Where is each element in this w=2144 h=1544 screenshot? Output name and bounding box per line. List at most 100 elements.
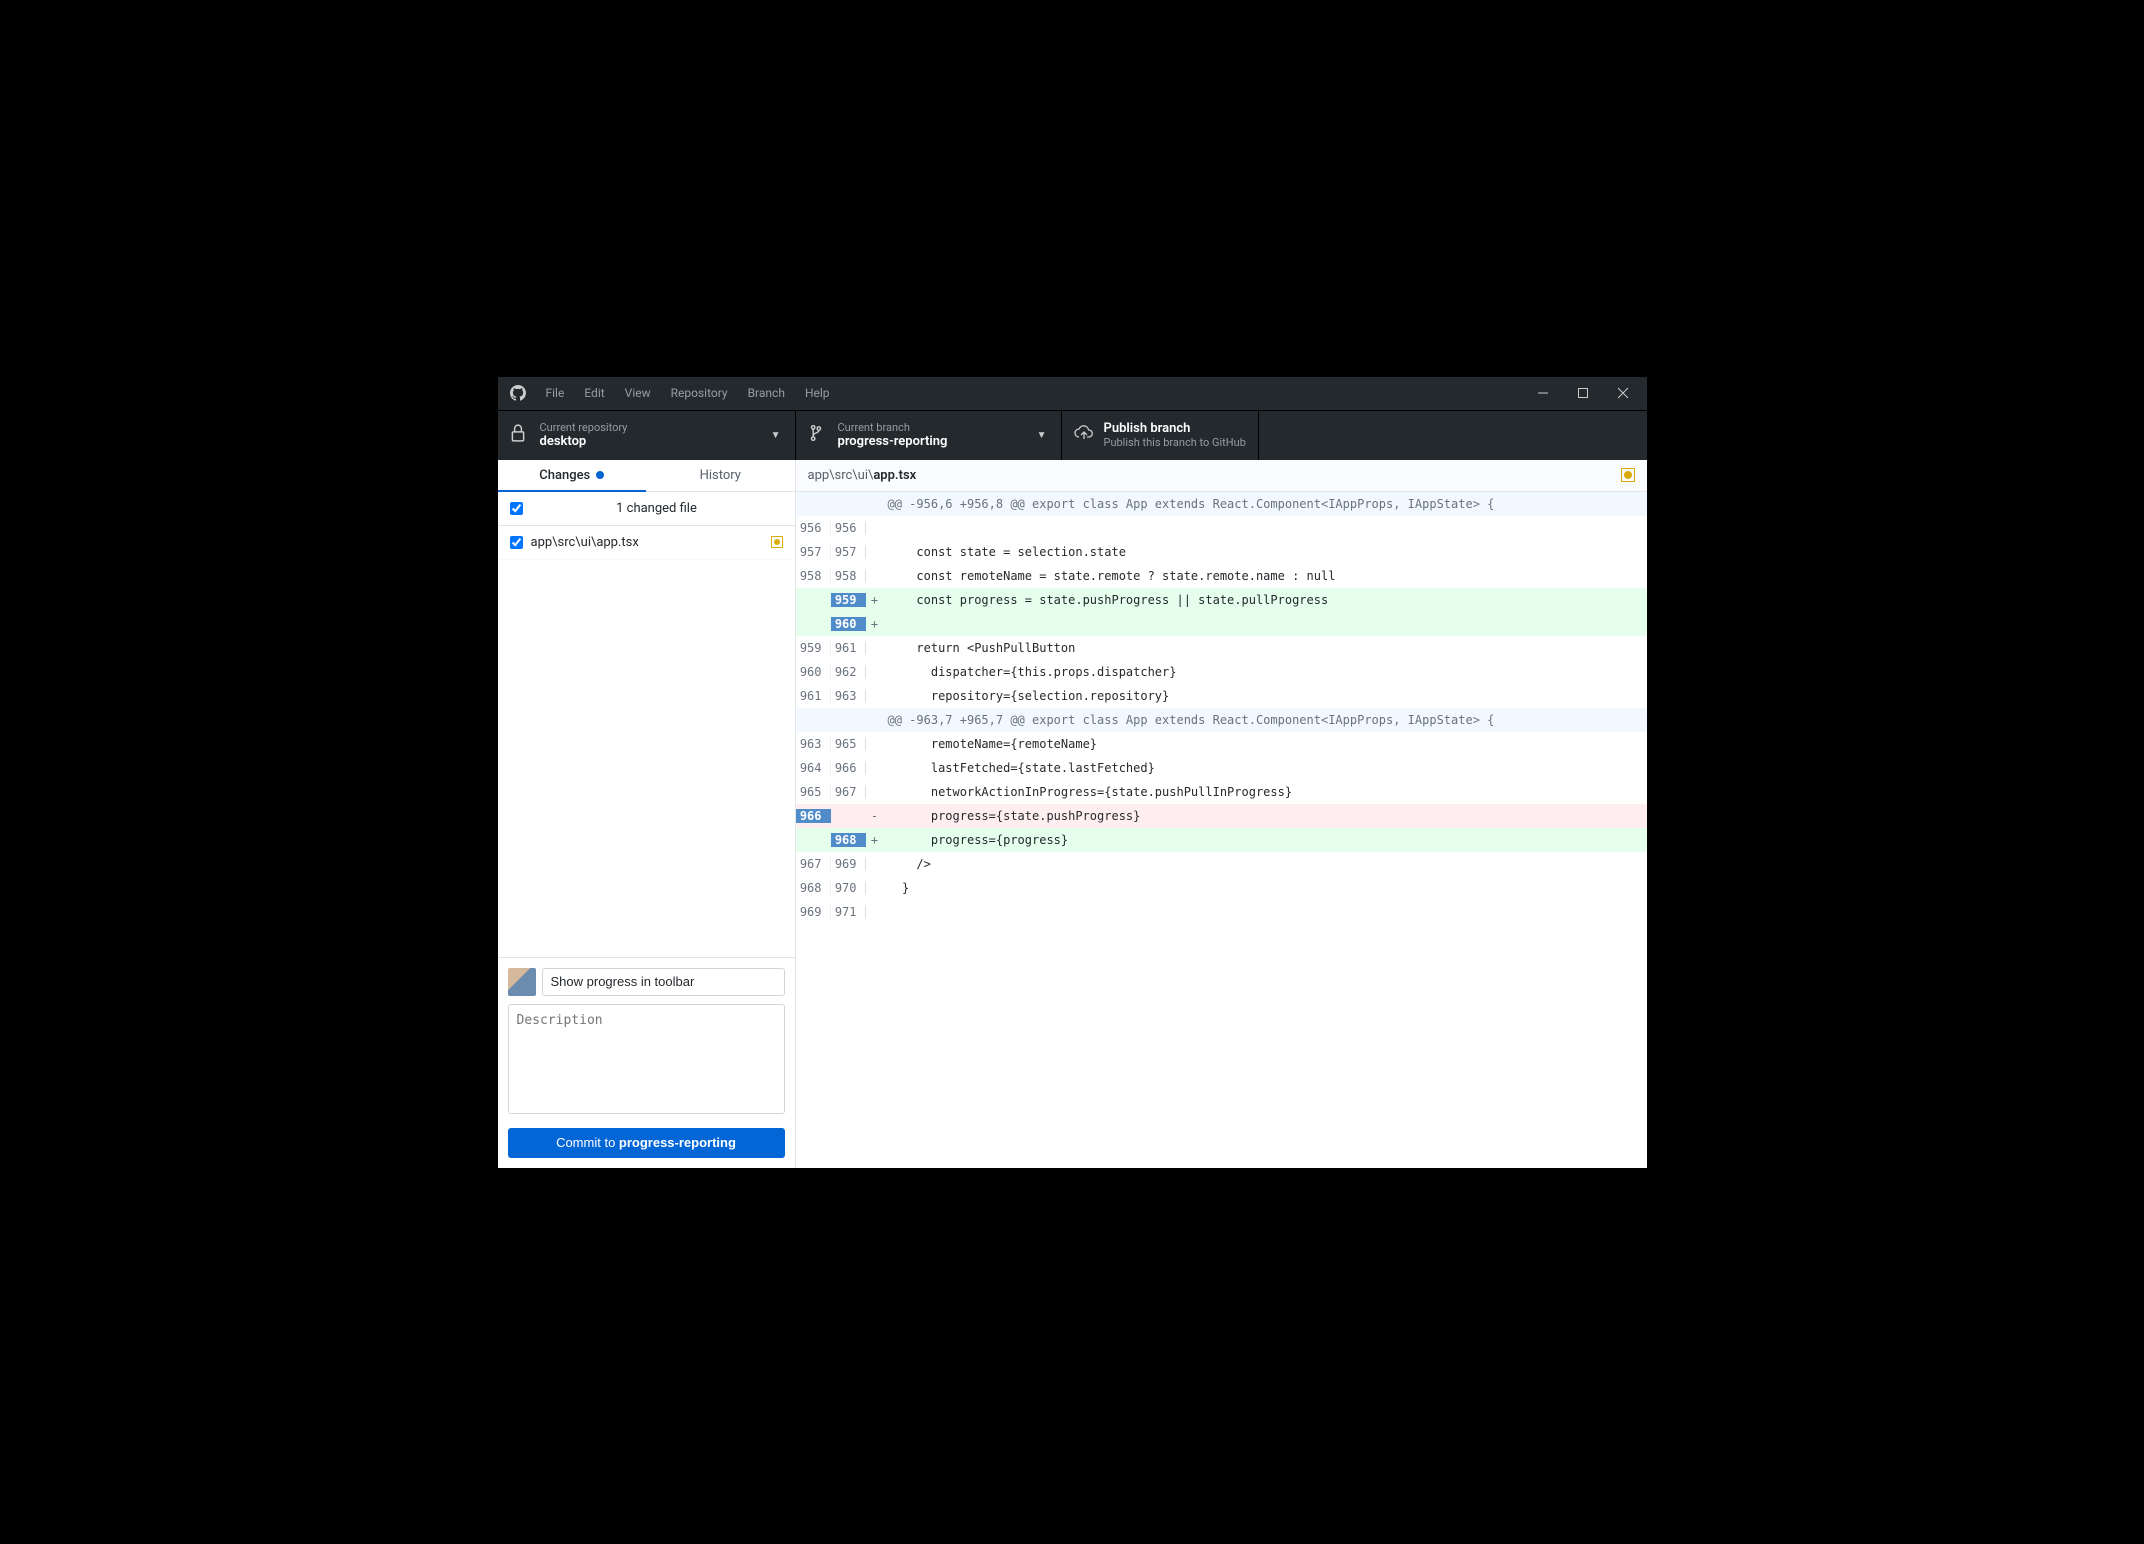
tab-changes[interactable]: Changes [498, 460, 647, 491]
diff-code: repository={selection.repository} [884, 689, 1647, 703]
gutter-new: 960 [831, 617, 866, 631]
tab-changes-label: Changes [539, 468, 590, 483]
gutter-old: 963 [796, 737, 831, 751]
caret-down-icon: ▼ [1037, 430, 1047, 441]
diff-line-ctx[interactable]: 969971 [796, 900, 1647, 924]
diff-line-ctx[interactable]: 964966 lastFetched={state.lastFetched} [796, 756, 1647, 780]
maximize-icon[interactable] [1577, 387, 1589, 399]
diff-line-add[interactable]: 968+ progress={progress} [796, 828, 1647, 852]
gutter-old: 961 [796, 689, 831, 703]
diff-line-ctx[interactable]: 968970 } [796, 876, 1647, 900]
diff-code: lastFetched={state.lastFetched} [884, 761, 1647, 775]
gutter-old: 967 [796, 857, 831, 871]
diff-marker: - [866, 809, 884, 823]
diff-code: networkActionInProgress={state.pushPullI… [884, 785, 1647, 799]
menu-file[interactable]: File [536, 386, 575, 400]
menu-branch[interactable]: Branch [738, 386, 795, 400]
gutter-new: 961 [831, 641, 866, 655]
publish-branch-button[interactable]: Publish branch Publish this branch to Gi… [1062, 411, 1259, 460]
diff-code: progress={state.pushProgress} [884, 809, 1647, 823]
commit-button-branch: progress-reporting [619, 1135, 736, 1150]
gutter-new: 969 [831, 857, 866, 871]
commit-button[interactable]: Commit to progress-reporting [508, 1128, 785, 1158]
gutter-new: 967 [831, 785, 866, 799]
diff-line-ctx[interactable]: 961963 repository={selection.repository} [796, 684, 1647, 708]
tab-history[interactable]: History [646, 460, 795, 491]
diff-code: /> [884, 857, 1647, 871]
gutter-new: 971 [831, 905, 866, 919]
avatar [508, 968, 536, 996]
diff-line-ctx[interactable]: 959961 return <PushPullButton [796, 636, 1647, 660]
select-all-checkbox[interactable] [510, 502, 523, 515]
diff-line-ctx[interactable]: 965967 networkActionInProgress={state.pu… [796, 780, 1647, 804]
caret-down-icon: ▼ [771, 430, 781, 441]
app-window: File Edit View Repository Branch Help Cu… [498, 377, 1647, 1168]
gutter-old: 965 [796, 785, 831, 799]
diff-code: return <PushPullButton [884, 641, 1647, 655]
gutter-new: 962 [831, 665, 866, 679]
diff-code: } [884, 881, 1647, 895]
diff-marker: + [866, 593, 884, 607]
app-body: Changes History 1 changed file app\src\u… [498, 460, 1647, 1168]
titlebar: File Edit View Repository Branch Help [498, 377, 1647, 410]
commit-summary-input[interactable] [542, 968, 785, 996]
branch-selector[interactable]: Current branch progress-reporting ▼ [796, 411, 1062, 460]
gutter-old: 960 [796, 665, 831, 679]
diff-line-ctx[interactable]: 963965 remoteName={remoteName} [796, 732, 1647, 756]
menu-edit[interactable]: Edit [574, 386, 614, 400]
gutter-old: 968 [796, 881, 831, 895]
repo-selector[interactable]: Current repository desktop ▼ [498, 411, 796, 460]
file-row[interactable]: app\src\ui\app.tsx [498, 526, 795, 560]
close-icon[interactable] [1617, 387, 1629, 399]
diff-code: const state = selection.state [884, 545, 1647, 559]
diff-line-ctx[interactable]: 957957 const state = selection.state [796, 540, 1647, 564]
diff-file-path: app\src\ui\app.tsx [808, 468, 917, 483]
diff-line-add[interactable]: 959+ const progress = state.pushProgress… [796, 588, 1647, 612]
diff-marker: + [866, 617, 884, 631]
changes-count: 1 changed file [531, 501, 783, 516]
minimize-icon[interactable] [1537, 387, 1549, 399]
diff-lines[interactable]: @@ -956,6 +956,8 @@ export class App ext… [796, 492, 1647, 1168]
diff-line-hunk[interactable]: @@ -956,6 +956,8 @@ export class App ext… [796, 492, 1647, 516]
file-path: app\src\ui\app.tsx [531, 535, 771, 550]
modified-badge-icon [1621, 468, 1635, 482]
changes-indicator-dot [596, 471, 604, 479]
gutter-old: 958 [796, 569, 831, 583]
diff-line-ctx[interactable]: 956956 [796, 516, 1647, 540]
gutter-new: 957 [831, 545, 866, 559]
commit-box: Commit to progress-reporting [498, 957, 795, 1168]
diff-line-add[interactable]: 960+ [796, 612, 1647, 636]
gutter-old: 969 [796, 905, 831, 919]
gutter-new: 959 [831, 593, 866, 607]
diff-line-hunk[interactable]: @@ -963,7 +965,7 @@ export class App ext… [796, 708, 1647, 732]
toolbar: Current repository desktop ▼ Current bra… [498, 410, 1647, 460]
diff-line-ctx[interactable]: 958958 const remoteName = state.remote ?… [796, 564, 1647, 588]
gutter-new: 956 [831, 521, 866, 535]
branch-label: Current branch [838, 421, 948, 434]
gutter-new: 958 [831, 569, 866, 583]
file-list: app\src\ui\app.tsx [498, 526, 795, 957]
diff-code: const remoteName = state.remote ? state.… [884, 569, 1647, 583]
diff-code: dispatcher={this.props.dispatcher} [884, 665, 1647, 679]
menu-help[interactable]: Help [795, 386, 840, 400]
branch-name: progress-reporting [838, 434, 948, 449]
menu-view[interactable]: View [615, 386, 661, 400]
gutter-new: 970 [831, 881, 866, 895]
gutter-old: 964 [796, 761, 831, 775]
diff-line-del[interactable]: 966- progress={state.pushProgress} [796, 804, 1647, 828]
cloud-upload-icon [1074, 424, 1092, 446]
menu-repository[interactable]: Repository [661, 386, 738, 400]
diff-code: @@ -963,7 +965,7 @@ export class App ext… [884, 713, 1647, 727]
diff-line-ctx[interactable]: 960962 dispatcher={this.props.dispatcher… [796, 660, 1647, 684]
git-branch-icon [808, 424, 826, 446]
gutter-new: 965 [831, 737, 866, 751]
gutter-old: 957 [796, 545, 831, 559]
sidebar-tabs: Changes History [498, 460, 795, 492]
file-checkbox[interactable] [510, 536, 523, 549]
diff-code: @@ -956,6 +956,8 @@ export class App ext… [884, 497, 1647, 511]
commit-button-prefix: Commit to [556, 1135, 619, 1150]
commit-description-input[interactable] [508, 1004, 785, 1114]
diff-code: const progress = state.pushProgress || s… [884, 593, 1647, 607]
window-controls [1537, 387, 1629, 399]
diff-line-ctx[interactable]: 967969 /> [796, 852, 1647, 876]
